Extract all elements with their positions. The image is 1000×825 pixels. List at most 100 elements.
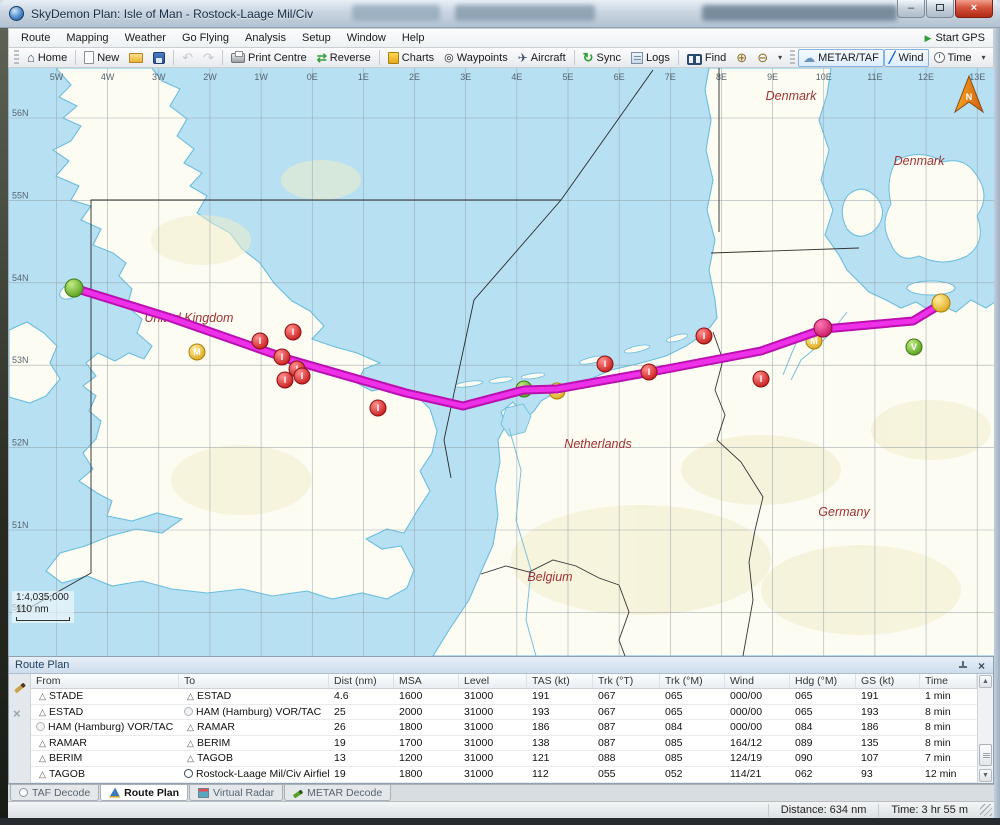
toolbar-charts-button[interactable]: Charts [383,50,439,66]
menu-item-weather[interactable]: Weather [117,30,174,46]
map-badge[interactable] [932,294,950,312]
table-cell: 7 min [920,751,977,766]
toolbar-logs-button[interactable]: Logs [626,50,675,66]
map-badge[interactable]: I [696,328,712,344]
tab-metar-decode[interactable]: METAR Decode [284,785,391,801]
map-badge[interactable]: V [906,339,922,355]
toolbar-grip[interactable] [790,50,795,65]
toolbar-waypoints-button[interactable]: ◎Waypoints [439,49,513,67]
menu-item-window[interactable]: Window [339,30,394,46]
tab-virtual-radar[interactable]: Virtual Radar [189,785,283,801]
waypoint-name: BERIM [49,752,82,764]
background-window-blur [702,5,897,21]
toolbar: ⌂Home New ↶↷ Print Centre⇄Reverse Charts◎Way… [8,47,994,68]
table-row[interactable]: △ESTADHAM (Hamburg) VOR/TAC2520003100019… [31,705,977,721]
column-header[interactable]: Trk (°T) [593,674,660,688]
route-plan-panel-header[interactable]: Route Plan × [9,657,993,674]
table-cell: 1700 [394,736,459,751]
maximize-button[interactable] [926,0,954,18]
table-row[interactable]: HAM (Hamburg) VOR/TAC△RAMAR2618003100018… [31,720,977,736]
toolbar-print-centre-button[interactable]: Print Centre [226,50,312,66]
table-cell: 084 [790,720,856,735]
table-cell: 26 [329,720,394,735]
menu-item-route[interactable]: Route [13,30,58,46]
map-badge[interactable]: I [252,333,268,349]
toolbar-redo-icon[interactable]: ↷ [198,49,219,67]
title-bar[interactable]: SkyDemon Plan: Isle of Man - Rostock-Laa… [0,0,1000,28]
toolbar-undo-icon[interactable]: ↶ [177,49,198,67]
tab-route-plan[interactable]: Route Plan [100,785,188,801]
column-header[interactable]: Trk (°M) [660,674,725,688]
menu-item-mapping[interactable]: Mapping [58,30,116,46]
waypoint-cell: △BERIM [31,751,179,766]
menu-item-help[interactable]: Help [394,30,433,46]
map-badge[interactable] [814,319,832,337]
pin-icon[interactable] [959,661,967,670]
column-header[interactable]: From [31,674,179,688]
menu-item-go-flying[interactable]: Go Flying [174,30,237,46]
metar-taf-icon: ☁ [803,51,815,65]
svg-text:4E: 4E [511,72,522,82]
sync-icon: ↻ [583,51,594,65]
column-header[interactable]: Wind [725,674,790,688]
column-header[interactable]: GS (kt) [856,674,920,688]
table-row[interactable]: △RAMAR△BERIM19170031000138087085164/1208… [31,736,977,752]
toolbar-separator [222,50,223,65]
table-cell: 065 [660,689,725,704]
table-scrollbar[interactable]: ▲ ▼ [977,674,993,783]
toolbar-aircraft-button[interactable]: ✈Aircraft [513,49,571,67]
column-header[interactable]: Dist (nm) [329,674,394,688]
map-badge[interactable]: I [597,356,613,372]
map-badge[interactable]: I [277,372,293,388]
map-badge[interactable]: M [189,344,205,360]
delete-row-icon[interactable]: × [13,706,21,721]
menu-item-analysis[interactable]: Analysis [237,30,294,46]
toolbar-overflow-icon[interactable]: ▾ [977,49,991,67]
column-header[interactable]: To [179,674,329,688]
map-badge[interactable]: I [753,371,769,387]
resize-grip[interactable] [980,804,992,816]
toolbar-wind-button[interactable]: ╱Wind [884,49,929,67]
column-header[interactable]: Hdg (°M) [790,674,856,688]
toolbar-time-button[interactable]: Time [929,50,977,66]
table-row[interactable]: △STADE△ESTAD4.6160031000191067065000/000… [31,689,977,705]
scroll-up-icon[interactable]: ▲ [979,675,992,688]
toolbar-new-button[interactable]: New [79,49,124,66]
table-row[interactable]: △TAGOBRostock-Laage Mil/Civ Airfield1918… [31,767,977,783]
toolbar-overflow-icon[interactable]: ▾ [773,49,787,67]
toolbar-find-button[interactable]: Find [682,49,731,66]
tab-taf-decode[interactable]: TAF Decode [10,785,99,801]
map-canvas[interactable]: 5W4W3W2W1W0E1E2E3E4E5E6E7E8E9E10E11E12E1… [8,68,994,656]
table-cell: 1800 [394,720,459,735]
table-row[interactable]: △BERIM△TAGOB13120031000121088085124/1909… [31,751,977,767]
edit-row-icon[interactable] [14,683,26,694]
map-badge[interactable]: I [370,400,386,416]
menu-item-setup[interactable]: Setup [294,30,339,46]
scroll-down-icon[interactable]: ▼ [979,769,992,782]
close-button[interactable]: × [955,0,993,18]
column-header[interactable]: TAS (kt) [527,674,593,688]
toolbar-metar-taf-button[interactable]: ☁METAR/TAF [798,49,884,67]
toolbar-zoom-out-icon[interactable]: ⊖ [752,49,773,67]
column-header[interactable]: MSA [394,674,459,688]
start-gps-button[interactable]: ▶ Start GPS [925,32,985,44]
toolbar-save-icon[interactable] [148,50,170,66]
column-header[interactable]: Time [920,674,977,688]
map-badge[interactable]: I [274,349,290,365]
table-cell: 164/12 [725,736,790,751]
map-badge[interactable]: I [285,324,301,340]
minimize-button[interactable]: – [897,0,925,18]
toolbar-reverse-button[interactable]: ⇄Reverse [312,49,376,67]
toolbar-zoom-in-icon[interactable]: ⊕ [731,49,752,67]
toolbar-grip[interactable] [14,50,19,65]
map-badge[interactable]: I [641,364,657,380]
scrollbar-thumb[interactable] [979,744,992,766]
toolbar-sync-button[interactable]: ↻Sync [578,49,626,67]
map-badge[interactable]: I [294,368,310,384]
table-cell: 067 [593,689,660,704]
panel-close-icon[interactable]: × [978,658,985,674]
map-badge[interactable] [65,279,83,297]
column-header[interactable]: Level [459,674,527,688]
toolbar-open-folder-icon[interactable] [124,51,148,65]
toolbar-home-button[interactable]: ⌂Home [22,49,72,67]
